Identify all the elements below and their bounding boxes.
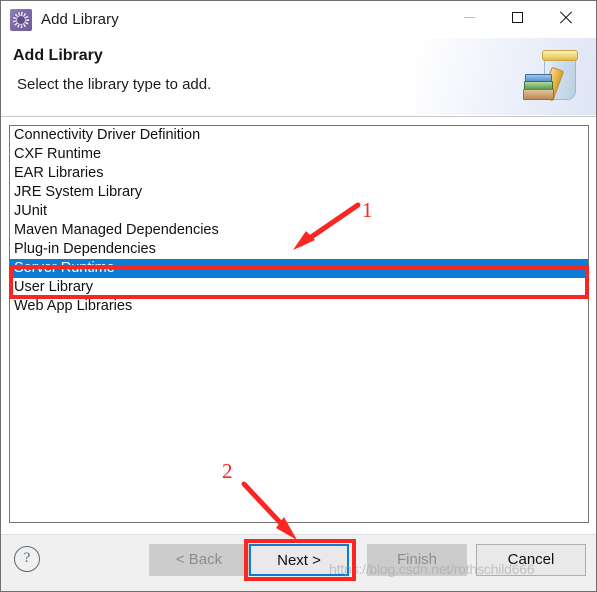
- maximize-icon[interactable]: [494, 1, 540, 33]
- wizard-header: Add Library Select the library type to a…: [1, 38, 596, 117]
- list-item[interactable]: JRE System Library: [10, 183, 588, 202]
- list-item[interactable]: JUnit: [10, 202, 588, 221]
- title-bar[interactable]: Add Library: [1, 1, 596, 38]
- back-button[interactable]: < Back: [149, 544, 249, 576]
- jar-of-books-icon: [520, 46, 582, 106]
- list-item[interactable]: Maven Managed Dependencies: [10, 221, 588, 240]
- annotation-highlight-next-button: [244, 539, 356, 581]
- list-item[interactable]: EAR Libraries: [10, 164, 588, 183]
- list-item[interactable]: CXF Runtime: [10, 145, 588, 164]
- add-library-dialog: Add Library Add Library Select the libra…: [0, 0, 597, 592]
- list-item[interactable]: Connectivity Driver Definition: [10, 126, 588, 145]
- annotation-step-1-label: 1: [362, 198, 373, 222]
- page-title: Add Library: [13, 47, 103, 64]
- annotation-step-2-label: 2: [222, 459, 233, 483]
- library-gear-icon: [10, 8, 32, 31]
- annotation-highlight-selection: [9, 265, 589, 299]
- window-title: Add Library: [41, 11, 119, 28]
- list-item[interactable]: Web App Libraries: [10, 297, 588, 316]
- minimize-icon[interactable]: [446, 1, 492, 33]
- list-item[interactable]: Plug-in Dependencies: [10, 240, 588, 259]
- watermark-text: https://blog.csdn.net/rothschild666: [329, 561, 535, 577]
- page-description: Select the library type to add.: [17, 76, 212, 93]
- help-icon[interactable]: ?: [14, 546, 40, 572]
- library-type-list[interactable]: Connectivity Driver Definition CXF Runti…: [9, 125, 589, 523]
- close-icon[interactable]: [542, 1, 588, 33]
